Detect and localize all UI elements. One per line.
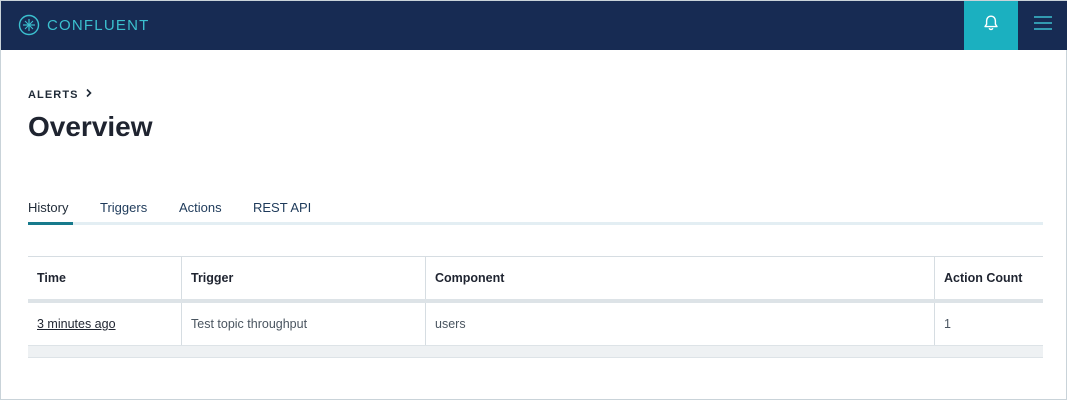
trigger-cell: Test topic throughput — [181, 303, 425, 345]
app-window: CONFLUENT ALERTS Overview History Trigge… — [0, 0, 1067, 400]
table-header: Time Trigger Component Action Count — [28, 257, 1043, 303]
confluent-logo-icon — [18, 14, 40, 36]
hamburger-menu-icon — [1033, 13, 1053, 38]
column-header-action-count[interactable]: Action Count — [934, 257, 1043, 299]
alerts-history-table: Time Trigger Component Action Count 3 mi… — [28, 256, 1043, 358]
tab-label: REST API — [253, 200, 312, 215]
tab-label: Actions — [179, 200, 222, 215]
page-title: Overview — [28, 111, 153, 142]
tab-triggers[interactable]: Triggers — [100, 198, 147, 225]
notifications-button[interactable] — [964, 1, 1018, 50]
breadcrumb-item-alerts[interactable]: ALERTS — [28, 89, 79, 101]
action-count-cell: 1 — [934, 303, 1043, 345]
column-header-component[interactable]: Component — [425, 257, 934, 299]
column-header-trigger[interactable]: Trigger — [181, 257, 425, 299]
tab-bar: History Triggers Actions REST API — [28, 198, 1043, 228]
time-cell: 3 minutes ago — [28, 303, 181, 345]
bell-icon — [982, 14, 1000, 37]
brand-name: CONFLUENT — [47, 16, 150, 34]
tab-label: Triggers — [100, 200, 148, 215]
tab-label: History — [28, 200, 69, 215]
tab-history[interactable]: History — [28, 198, 73, 225]
table-row: 3 minutes ago Test topic throughput user… — [28, 303, 1043, 346]
time-link[interactable]: 3 minutes ago — [37, 317, 116, 331]
brand-logo[interactable]: CONFLUENT — [18, 13, 149, 37]
tab-rest-api[interactable]: REST API — [253, 198, 311, 225]
tab-actions[interactable]: Actions — [179, 198, 222, 225]
chevron-right-icon — [85, 88, 93, 101]
main-menu-button[interactable] — [1018, 1, 1067, 50]
column-header-time[interactable]: Time — [28, 257, 181, 299]
table-footer — [28, 346, 1043, 358]
breadcrumb: ALERTS — [28, 88, 93, 101]
component-cell: users — [425, 303, 934, 345]
active-tab-indicator — [28, 222, 73, 225]
top-navigation-bar: CONFLUENT — [1, 1, 1067, 50]
